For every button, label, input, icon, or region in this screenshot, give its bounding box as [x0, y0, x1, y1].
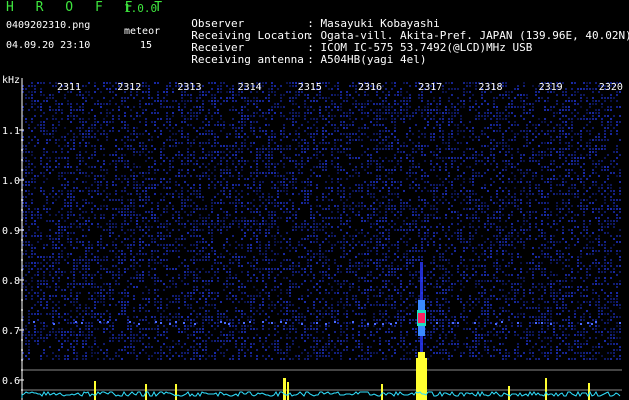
x-tick-label: 2315 — [298, 82, 322, 93]
spectrogram: kHz 1.1 1.0 0.9 0.8 0.7 0.6 2311 2312 2313 2314 231… — [2, 75, 623, 400]
signal-dot — [517, 322, 519, 324]
activity-bar — [381, 384, 383, 400]
x-tick-label: 2320 — [599, 82, 623, 93]
activity-bar — [94, 381, 96, 400]
signal-dot — [535, 322, 537, 324]
x-tick-label: 2319 — [539, 82, 563, 93]
signal-dot — [334, 321, 336, 323]
signal-dot — [183, 322, 185, 324]
y-tick-label: 1.1 — [2, 126, 20, 137]
signal-dot — [220, 321, 222, 323]
y-tick-label: 1.0 — [2, 176, 20, 187]
noise-field — [22, 82, 621, 360]
x-tick-label: 2314 — [238, 82, 262, 93]
signal-dot — [395, 322, 397, 324]
signal-dot — [271, 322, 273, 324]
signal-dot — [285, 322, 287, 324]
meteor-echo-core — [418, 313, 425, 323]
signal-dot — [224, 322, 226, 324]
signal-dot — [155, 321, 157, 323]
signal-dot — [587, 322, 589, 324]
signal-dot — [280, 321, 282, 323]
signal-dot — [81, 322, 83, 324]
signal-dot — [160, 322, 162, 324]
signal-dot — [138, 323, 140, 325]
signal-dot — [228, 323, 230, 325]
y-unit-label: kHz — [2, 75, 20, 86]
signal-dot — [457, 322, 459, 324]
signal-dot — [169, 323, 171, 325]
signal-dot — [474, 322, 476, 324]
signal-dot — [175, 321, 177, 323]
signal-dot — [390, 323, 392, 325]
y-tick-label: 0.7 — [2, 326, 20, 337]
activity-bar — [283, 378, 286, 400]
activity-burst-top — [418, 352, 425, 360]
signal-dot — [33, 321, 35, 323]
signal-dot — [367, 323, 369, 325]
x-tick-label: 2313 — [177, 82, 201, 93]
signal-dot — [75, 321, 77, 323]
signal-dot — [325, 323, 327, 325]
spectral-trace — [21, 390, 621, 398]
signal-dot — [262, 321, 264, 323]
signal-dot — [619, 322, 621, 324]
signal-dot — [452, 322, 454, 324]
signal-dot — [495, 323, 497, 325]
signal-dot — [53, 323, 55, 325]
activity-bar — [287, 382, 289, 400]
signal-dot — [382, 323, 384, 325]
signal-dot — [501, 321, 503, 323]
signal-dot — [541, 322, 543, 324]
signal-dot — [436, 322, 438, 324]
x-tick-label: 2317 — [418, 82, 442, 93]
signal-dot — [107, 321, 109, 323]
spectrogram-axes — [19, 78, 622, 400]
activity-bar — [175, 384, 177, 400]
signal-dot — [580, 323, 582, 325]
signal-dot — [99, 321, 101, 323]
signal-dot — [249, 321, 251, 323]
signal-dot — [129, 321, 131, 323]
y-tick-label: 0.6 — [2, 376, 20, 387]
signal-features — [21, 262, 621, 400]
y-tick-label: 0.8 — [2, 276, 20, 287]
x-tick-label: 2311 — [57, 82, 81, 93]
x-tick-label: 2316 — [358, 82, 382, 93]
signal-dot — [374, 323, 376, 325]
signal-dot — [591, 323, 593, 325]
signal-dot — [301, 323, 303, 325]
signal-dot — [550, 323, 552, 325]
signal-dot — [595, 321, 597, 323]
signal-dot — [352, 321, 354, 323]
activity-bar — [545, 378, 547, 400]
signal-dot — [194, 323, 196, 325]
x-tick-label: 2318 — [478, 82, 502, 93]
x-tick-label: 2312 — [117, 82, 141, 93]
activity-bar — [508, 386, 510, 400]
y-tick-label: 0.9 — [2, 226, 20, 237]
signal-dot — [243, 322, 245, 324]
signal-dot — [316, 322, 318, 324]
